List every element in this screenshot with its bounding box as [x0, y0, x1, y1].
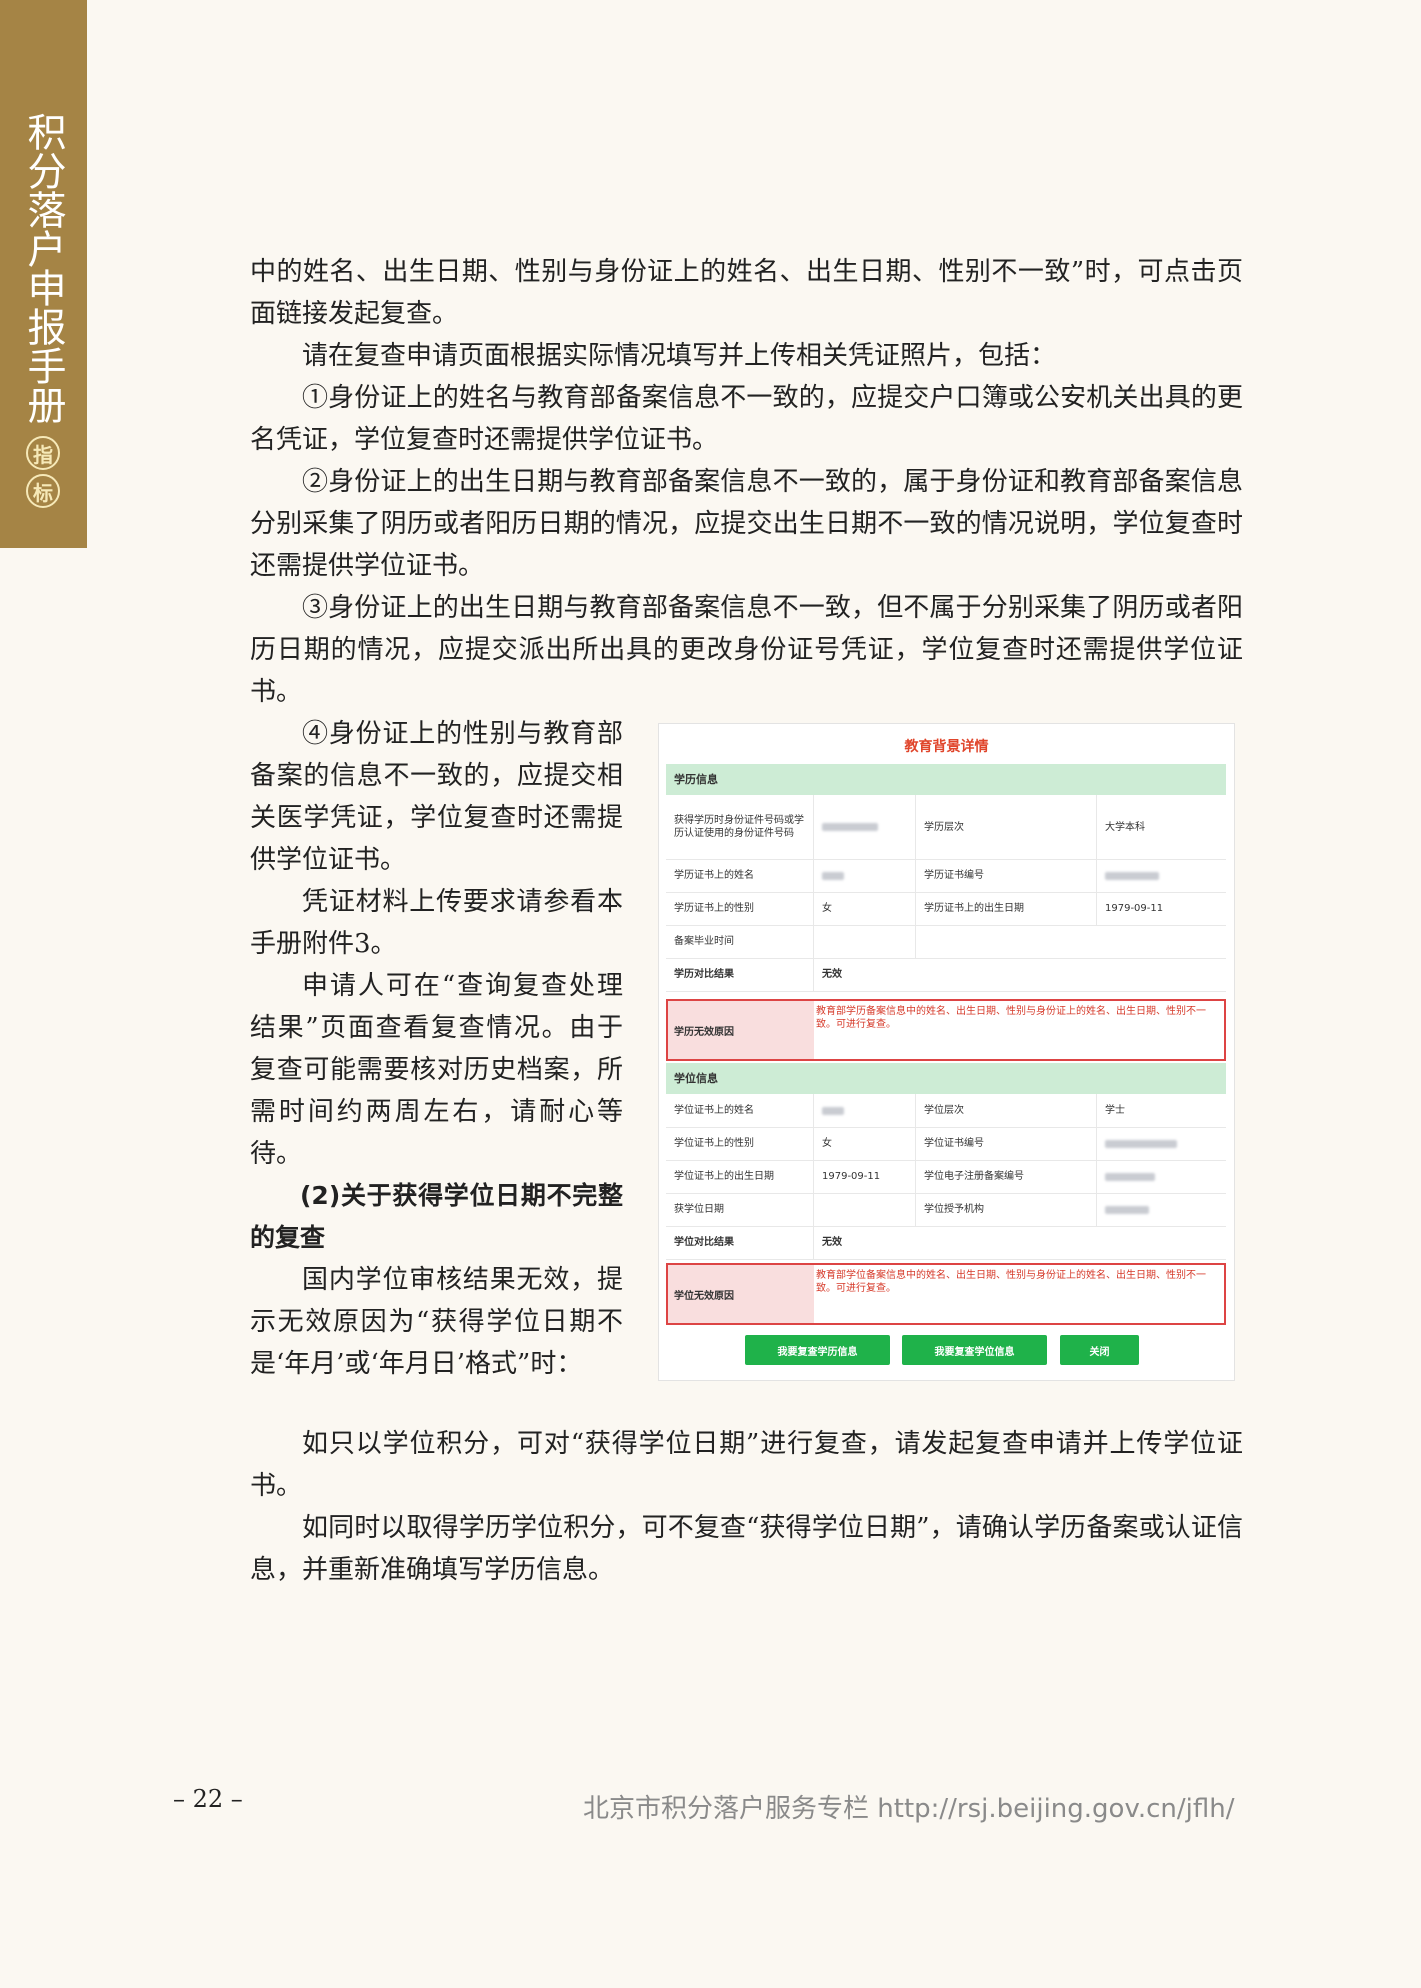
edu-cert-no-value: [1097, 859, 1226, 892]
edu-grad-value: [814, 925, 916, 958]
sidebar-tab: 积分落户申报手册 指 标: [0, 0, 87, 548]
table-row: 学历证书上的性别 女 学历证书上的出生日期 1979-09-11: [666, 892, 1226, 926]
footer-site[interactable]: 北京市积分落户服务专栏 http://rsj.beijing.gov.cn/jf…: [583, 1788, 1234, 1825]
close-button[interactable]: 关闭: [1060, 1335, 1139, 1365]
paragraph-both: 如同时以取得学历学位积分，可不复查“获得学位日期”，请确认学历备案或认证信息，并…: [250, 1513, 1243, 1585]
deg-invalid-reason-row: 学位无效原因 教育部学位备案信息中的姓名、出生日期、性别与身份证上的姓名、出生日…: [666, 1263, 1226, 1325]
table-row: 学位证书上的出生日期 1979-09-11 学位电子注册备案编号: [666, 1160, 1226, 1194]
deg-compare-value: 无效: [822, 1237, 842, 1248]
top-text-block: 中的姓名、出生日期、性别与身份证上的姓名、出生日期、性别不一致”时，可点击页面链…: [250, 251, 1243, 713]
sidebar-title: 积分落户申报手册: [21, 112, 66, 424]
table-row: 学位对比结果 无效: [666, 1226, 1226, 1260]
deg-org-label: 学位授予机构: [916, 1193, 1097, 1226]
edu-invalid-reason-row: 学历无效原因 教育部学历备案信息中的姓名、出生日期、性别与身份证上的姓名、出生日…: [666, 999, 1226, 1061]
table-row: 学位证书上的性别 女 学位证书编号: [666, 1127, 1226, 1161]
edu-reason-text: 教育部学历备案信息中的姓名、出生日期、性别与身份证上的姓名、出生日期、性别不一致…: [816, 1006, 1206, 1030]
edu-level-value: 大学本科: [1105, 821, 1145, 833]
deg-reg-value: [1097, 1160, 1226, 1193]
badge-zhi: 指: [26, 436, 60, 470]
deg-org-value: [1097, 1193, 1226, 1226]
paragraph-item-2: ②身份证上的出生日期与教育部备案信息不一致的，属于身份证和教育部备案信息分别采集…: [250, 467, 1243, 581]
edu-level-label: 学历层次: [916, 795, 1097, 859]
edu-gender-label: 学历证书上的性别: [666, 892, 814, 925]
paragraph-upload-intro: 请在复查申请页面根据实际情况填写并上传相关凭证照片，包括：: [302, 341, 1057, 371]
deg-name-label: 学位证书上的姓名: [666, 1094, 814, 1127]
badge-biao: 标: [26, 474, 60, 508]
table-row: 学历对比结果 无效: [666, 958, 1226, 992]
deg-reg-label: 学位电子注册备案编号: [916, 1160, 1097, 1193]
edu-grad-label: 备案毕业时间: [666, 925, 814, 958]
deg-reason-label: 学位无效原因: [668, 1265, 814, 1323]
deg-cert-no-value: [1097, 1127, 1226, 1160]
review-education-button[interactable]: 我要复查学历信息: [745, 1335, 890, 1365]
paragraph-degree-date: 国内学位审核结果无效，提示无效原因为“获得学位日期不是‘年月’或‘年月日’格式”…: [250, 1265, 623, 1379]
deg-gender-label: 学位证书上的性别: [666, 1127, 814, 1160]
paragraph-item-3: ③身份证上的出生日期与教育部备案信息不一致，但不属于分别采集了阴历或者阳历日期的…: [250, 593, 1243, 707]
edu-section-header: 学历信息: [666, 764, 1226, 795]
deg-reason-text: 教育部学位备案信息中的姓名、出生日期、性别与身份证上的姓名、出生日期、性别不一致…: [816, 1270, 1206, 1294]
edu-compare-label: 学历对比结果: [666, 958, 814, 991]
section-heading: (2)关于获得学位日期不完整的复查: [250, 1181, 623, 1252]
deg-gender-value: 女: [814, 1127, 916, 1160]
edu-compare-value: 无效: [822, 969, 842, 980]
education-details-screenshot: 教育背景详情 学历信息 获得学历时身份证件号码或学历认证使用的身份证件号码 学历…: [658, 723, 1235, 1381]
paragraph-attachment-note: 凭证材料上传要求请参看本手册附件3。: [250, 887, 623, 959]
deg-level-label: 学位层次: [916, 1094, 1097, 1127]
deg-level-value: 学士: [1105, 1105, 1125, 1116]
deg-name-value: [814, 1094, 916, 1127]
edu-birth-value: 1979-09-11: [1105, 903, 1164, 914]
paragraph-item-4: ④身份证上的性别与教育部备案的信息不一致的，应提交相关医学凭证，学位复查时还需提…: [250, 719, 623, 875]
table-row: 学历证书上的姓名 学历证书编号: [666, 859, 1226, 893]
edu-id-value: [814, 795, 916, 859]
page-number: – 22 –: [173, 1785, 243, 1813]
paragraph-continued: 中的姓名、出生日期、性别与身份证上的姓名、出生日期、性别不一致”时，可点击页面链…: [250, 257, 1243, 329]
edu-name-value: [814, 859, 916, 892]
deg-compare-label: 学位对比结果: [666, 1226, 814, 1259]
deg-cert-no-label: 学位证书编号: [916, 1127, 1097, 1160]
edu-reason-label: 学历无效原因: [668, 1001, 814, 1059]
deg-birth-value: 1979-09-11: [814, 1160, 916, 1193]
edu-birth-label: 学历证书上的出生日期: [916, 892, 1097, 925]
table-row: 学位证书上的姓名 学位层次 学士: [666, 1094, 1226, 1128]
sidebar-badges: 指 标: [26, 436, 62, 512]
panel-title: 教育背景详情: [904, 739, 989, 755]
deg-date-label: 获学位日期: [666, 1193, 814, 1226]
table-row: 备案毕业时间: [666, 925, 1226, 959]
review-degree-button[interactable]: 我要复查学位信息: [902, 1335, 1047, 1365]
edu-id-label: 获得学历时身份证件号码或学历认证使用的身份证件号码: [666, 795, 814, 859]
table-row: 获学位日期 学位授予机构: [666, 1193, 1226, 1227]
left-column-text: ④身份证上的性别与教育部备案的信息不一致的，应提交相关医学凭证，学位复查时还需提…: [250, 713, 623, 1385]
deg-birth-label: 学位证书上的出生日期: [666, 1160, 814, 1193]
deg-section-header: 学位信息: [666, 1063, 1226, 1094]
edu-name-label: 学历证书上的姓名: [666, 859, 814, 892]
edu-gender-value: 女: [814, 892, 916, 925]
table-row: 获得学历时身份证件号码或学历认证使用的身份证件号码 学历层次 大学本科: [666, 795, 1226, 860]
paragraph-item-1: ①身份证上的姓名与教育部备案信息不一致的，应提交户口簿或公安机关出具的更名凭证，…: [250, 383, 1243, 455]
paragraph-query-result: 申请人可在“查询复查处理结果”页面查看复查情况。由于复查可能需要核对历史档案，所…: [250, 971, 623, 1169]
edu-grad-empty: [916, 925, 1226, 958]
bottom-text-block: 如只以学位积分，可对“获得学位日期”进行复查，请发起复查申请并上传学位证书。 如…: [250, 1423, 1243, 1591]
deg-date-value: [814, 1193, 916, 1226]
edu-cert-no-label: 学历证书编号: [916, 859, 1097, 892]
paragraph-degree-only: 如只以学位积分，可对“获得学位日期”进行复查，请发起复查申请并上传学位证书。: [250, 1429, 1243, 1501]
